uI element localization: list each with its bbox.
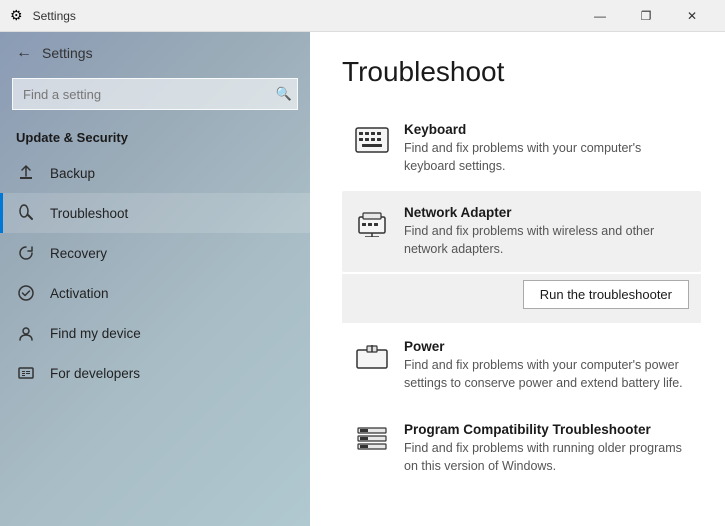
backup-icon: [16, 163, 36, 183]
search-input[interactable]: [12, 78, 298, 110]
search-icon[interactable]: 🔍: [276, 86, 292, 102]
sidebar-section-title: Update & Security: [0, 122, 310, 153]
sidebar-item-find-my-device[interactable]: Find my device: [0, 313, 310, 353]
activation-icon: [16, 283, 36, 303]
sidebar-item-backup[interactable]: Backup: [0, 153, 310, 193]
power-desc: Find and fix problems with your computer…: [404, 357, 689, 392]
settings-icon: ⚙: [10, 7, 23, 24]
run-btn-row: Run the troubleshooter: [342, 274, 701, 323]
main-container: ← Settings 🔍 Update & Security Backup: [0, 32, 725, 526]
network-adapter-icon: [354, 205, 390, 241]
program-compat-title: Program Compatibility Troubleshooter: [404, 422, 689, 437]
power-title: Power: [404, 339, 689, 354]
sidebar-app-title: Settings: [42, 45, 93, 61]
power-text: Power Find and fix problems with your co…: [404, 339, 689, 392]
sidebar-item-recovery-label: Recovery: [50, 246, 107, 261]
developers-icon: [16, 363, 36, 383]
sidebar-item-troubleshoot[interactable]: Troubleshoot: [0, 193, 310, 233]
keyboard-desc: Find and fix problems with your computer…: [404, 140, 689, 175]
find-device-icon: [16, 323, 36, 343]
sidebar-item-activation-label: Activation: [50, 286, 109, 301]
sidebar-search: 🔍: [12, 78, 298, 110]
keyboard-title: Keyboard: [404, 122, 689, 137]
program-compat-icon: [354, 422, 390, 458]
sidebar-item-activation[interactable]: Activation: [0, 273, 310, 313]
back-arrow[interactable]: ←: [16, 44, 32, 62]
sidebar-item-troubleshoot-label: Troubleshoot: [50, 206, 128, 221]
sidebar-item-developers-label: For developers: [50, 366, 140, 381]
run-troubleshooter-button[interactable]: Run the troubleshooter: [523, 280, 689, 309]
sidebar-item-backup-label: Backup: [50, 166, 95, 181]
sidebar-item-find-device-label: Find my device: [50, 326, 141, 341]
title-bar-left: ⚙ Settings: [10, 7, 76, 24]
power-item[interactable]: Power Find and fix problems with your co…: [342, 325, 701, 406]
maximize-button[interactable]: ❐: [623, 0, 669, 32]
sidebar-item-for-developers[interactable]: For developers: [0, 353, 310, 393]
keyboard-text: Keyboard Find and fix problems with your…: [404, 122, 689, 175]
network-adapter-item[interactable]: Network Adapter Find and fix problems wi…: [342, 191, 701, 272]
title-bar: ⚙ Settings — ❐ ✕: [0, 0, 725, 32]
keyboard-icon: [354, 122, 390, 158]
troubleshoot-icon: [16, 203, 36, 223]
recovery-icon: [16, 243, 36, 263]
title-bar-controls: — ❐ ✕: [577, 0, 715, 32]
power-icon: [354, 339, 390, 375]
sidebar: ← Settings 🔍 Update & Security Backup: [0, 32, 310, 526]
page-title: Troubleshoot: [342, 56, 701, 88]
sidebar-item-recovery[interactable]: Recovery: [0, 233, 310, 273]
program-compat-text: Program Compatibility Troubleshooter Fin…: [404, 422, 689, 475]
content-area: Troubleshoot Keyboard Fi: [310, 32, 725, 526]
sidebar-nav-back: ← Settings: [0, 32, 310, 74]
network-adapter-text: Network Adapter Find and fix problems wi…: [404, 205, 689, 258]
close-button[interactable]: ✕: [669, 0, 715, 32]
program-compat-item[interactable]: Program Compatibility Troubleshooter Fin…: [342, 408, 701, 489]
network-adapter-title: Network Adapter: [404, 205, 689, 220]
minimize-button[interactable]: —: [577, 0, 623, 32]
network-adapter-desc: Find and fix problems with wireless and …: [404, 223, 689, 258]
keyboard-item[interactable]: Keyboard Find and fix problems with your…: [342, 108, 701, 189]
program-compat-desc: Find and fix problems with running older…: [404, 440, 689, 475]
title-bar-title: Settings: [33, 9, 76, 23]
